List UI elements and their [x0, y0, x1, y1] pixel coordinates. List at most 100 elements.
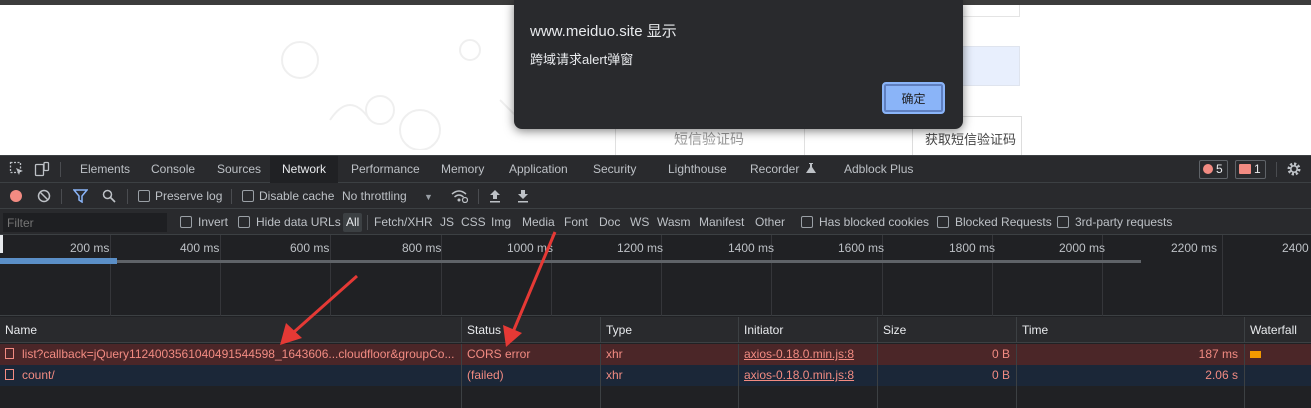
- throttling-select[interactable]: No throttling ▼: [342, 183, 433, 209]
- overview-gridline: [1222, 235, 1223, 316]
- tab-lighthouse[interactable]: Lighthouse: [656, 156, 739, 183]
- network-conditions-icon[interactable]: [451, 189, 468, 203]
- requests-table: Name Status Type Initiator Size Time Wat…: [0, 317, 1311, 408]
- hide-data-urls-label: Hide data URLs: [256, 215, 341, 229]
- checkbox-box: [1057, 216, 1069, 228]
- gear-icon[interactable]: [1286, 161, 1302, 177]
- overview-tick-label: 2200 ms: [1171, 241, 1218, 255]
- network-filter-bar: Invert Hide data URLs All Fetch/XHR JS C…: [0, 209, 1311, 235]
- column-header-status[interactable]: Status: [461, 317, 600, 343]
- type-filter-other[interactable]: Other: [755, 209, 785, 235]
- column-header-type[interactable]: Type: [600, 317, 738, 343]
- device-toolbar-icon[interactable]: [34, 161, 50, 177]
- tab-security[interactable]: Security: [581, 156, 648, 183]
- record-icon[interactable]: [9, 189, 23, 203]
- request-size: 0 B: [877, 344, 1016, 365]
- filter-input[interactable]: [3, 213, 167, 232]
- table-header: Name Status Type Initiator Size Time Wat…: [0, 317, 1311, 343]
- tab-memory[interactable]: Memory: [429, 156, 496, 183]
- column-header-size[interactable]: Size: [877, 317, 1016, 343]
- request-size: 0 B: [877, 365, 1016, 386]
- tab-recorder[interactable]: Recorder: [738, 156, 828, 183]
- alert-ok-button[interactable]: 确定: [882, 82, 945, 114]
- tab-application[interactable]: Application: [497, 156, 580, 183]
- tab-network[interactable]: Network: [270, 156, 339, 183]
- overview-tick-label: 2400: [1282, 241, 1309, 255]
- overview-request-track: [0, 260, 1141, 263]
- request-status: (failed): [461, 365, 600, 386]
- filter-icon[interactable]: [73, 189, 88, 203]
- request-time: 2.06 s: [1016, 365, 1244, 386]
- tab-elements[interactable]: Elements: [68, 156, 142, 183]
- devtools-tab-bar: Elements Console Sources Network Perform…: [0, 155, 1311, 183]
- overview-gridline: [330, 235, 331, 316]
- hide-data-urls-checkbox[interactable]: Hide data URLs: [238, 209, 341, 235]
- toolbar-separator: [61, 189, 62, 204]
- column-header-waterfall[interactable]: Waterfall: [1244, 317, 1311, 343]
- overview-tick-label: 1400 ms: [728, 241, 775, 255]
- tab-sources[interactable]: Sources: [205, 156, 273, 183]
- request-name-cell: list?callback=jQuery11240035610404915445…: [0, 344, 461, 365]
- table-row[interactable]: count/ (failed) xhr axios-0.18.0.min.js:…: [0, 365, 1311, 386]
- filter-separator: [367, 215, 368, 230]
- disable-cache-checkbox[interactable]: Disable cache: [242, 183, 334, 209]
- column-header-initiator[interactable]: Initiator: [738, 317, 877, 343]
- toolbar-separator: [478, 189, 479, 204]
- flask-icon: [805, 163, 816, 173]
- third-party-requests-checkbox[interactable]: 3rd-party requests: [1057, 209, 1172, 235]
- import-har-icon[interactable]: [489, 189, 501, 203]
- table-row[interactable]: list?callback=jQuery11240035610404915445…: [0, 344, 1311, 365]
- type-filter-wasm[interactable]: Wasm: [657, 209, 691, 235]
- blocked-requests-checkbox[interactable]: Blocked Requests: [937, 209, 1052, 235]
- type-filter-all[interactable]: All: [343, 213, 363, 232]
- preserve-log-checkbox[interactable]: Preserve log: [138, 183, 222, 209]
- export-har-icon[interactable]: [517, 189, 529, 203]
- request-name: count/: [22, 368, 55, 382]
- throttling-value: No throttling: [342, 189, 407, 203]
- request-initiator-link[interactable]: axios-0.18.0.min.js:8: [738, 365, 877, 386]
- invert-checkbox[interactable]: Invert: [180, 209, 228, 235]
- request-status: CORS error: [461, 344, 600, 365]
- overview-tick-label: 800 ms: [402, 241, 442, 255]
- third-party-requests-label: 3rd-party requests: [1075, 215, 1173, 229]
- tab-console[interactable]: Console: [139, 156, 207, 183]
- type-filter-manifest[interactable]: Manifest: [699, 209, 744, 235]
- search-icon[interactable]: [102, 189, 116, 203]
- invert-label: Invert: [198, 215, 229, 229]
- type-filter-js[interactable]: JS: [440, 209, 454, 235]
- preserve-log-label: Preserve log: [155, 189, 223, 203]
- network-overview[interactable]: 200 ms 400 ms 600 ms 800 ms 1000 ms 1200…: [0, 235, 1311, 316]
- error-count: 5: [1216, 162, 1223, 176]
- clear-icon[interactable]: [37, 189, 51, 203]
- overview-gridline: [220, 235, 221, 316]
- type-filter-media[interactable]: Media: [522, 209, 555, 235]
- request-document-icon: [5, 369, 14, 380]
- table-column-lines: [0, 386, 1311, 408]
- request-type: xhr: [600, 365, 738, 386]
- blocked-requests-label: Blocked Requests: [955, 215, 1052, 229]
- checkbox-box: [180, 216, 192, 228]
- tab-performance[interactable]: Performance: [339, 156, 432, 183]
- column-header-name[interactable]: Name: [0, 317, 461, 343]
- type-filter-img[interactable]: Img: [491, 209, 511, 235]
- type-filter-doc[interactable]: Doc: [599, 209, 620, 235]
- overview-gridline: [110, 235, 111, 316]
- type-filter-font[interactable]: Font: [564, 209, 588, 235]
- type-filter-css[interactable]: CSS: [461, 209, 486, 235]
- has-blocked-cookies-label: Has blocked cookies: [819, 215, 930, 229]
- type-filter-ws[interactable]: WS: [630, 209, 649, 235]
- type-filter-fetch-xhr[interactable]: Fetch/XHR: [374, 209, 433, 235]
- overview-selection-handle[interactable]: [0, 235, 3, 253]
- issues-count-badge[interactable]: 1: [1235, 160, 1266, 179]
- has-blocked-cookies-checkbox[interactable]: Has blocked cookies: [801, 209, 929, 235]
- request-name-cell: count/: [0, 365, 461, 386]
- inspect-element-icon[interactable]: [9, 161, 25, 177]
- request-initiator-link[interactable]: axios-0.18.0.min.js:8: [738, 344, 877, 365]
- column-header-time[interactable]: Time: [1016, 317, 1244, 343]
- error-icon: [1203, 164, 1213, 174]
- error-count-badge[interactable]: 5: [1199, 160, 1228, 179]
- checkbox-box: [238, 216, 250, 228]
- checkbox-box: [937, 216, 949, 228]
- checkbox-box: [138, 190, 150, 202]
- tab-adblock-plus[interactable]: Adblock Plus: [832, 156, 925, 183]
